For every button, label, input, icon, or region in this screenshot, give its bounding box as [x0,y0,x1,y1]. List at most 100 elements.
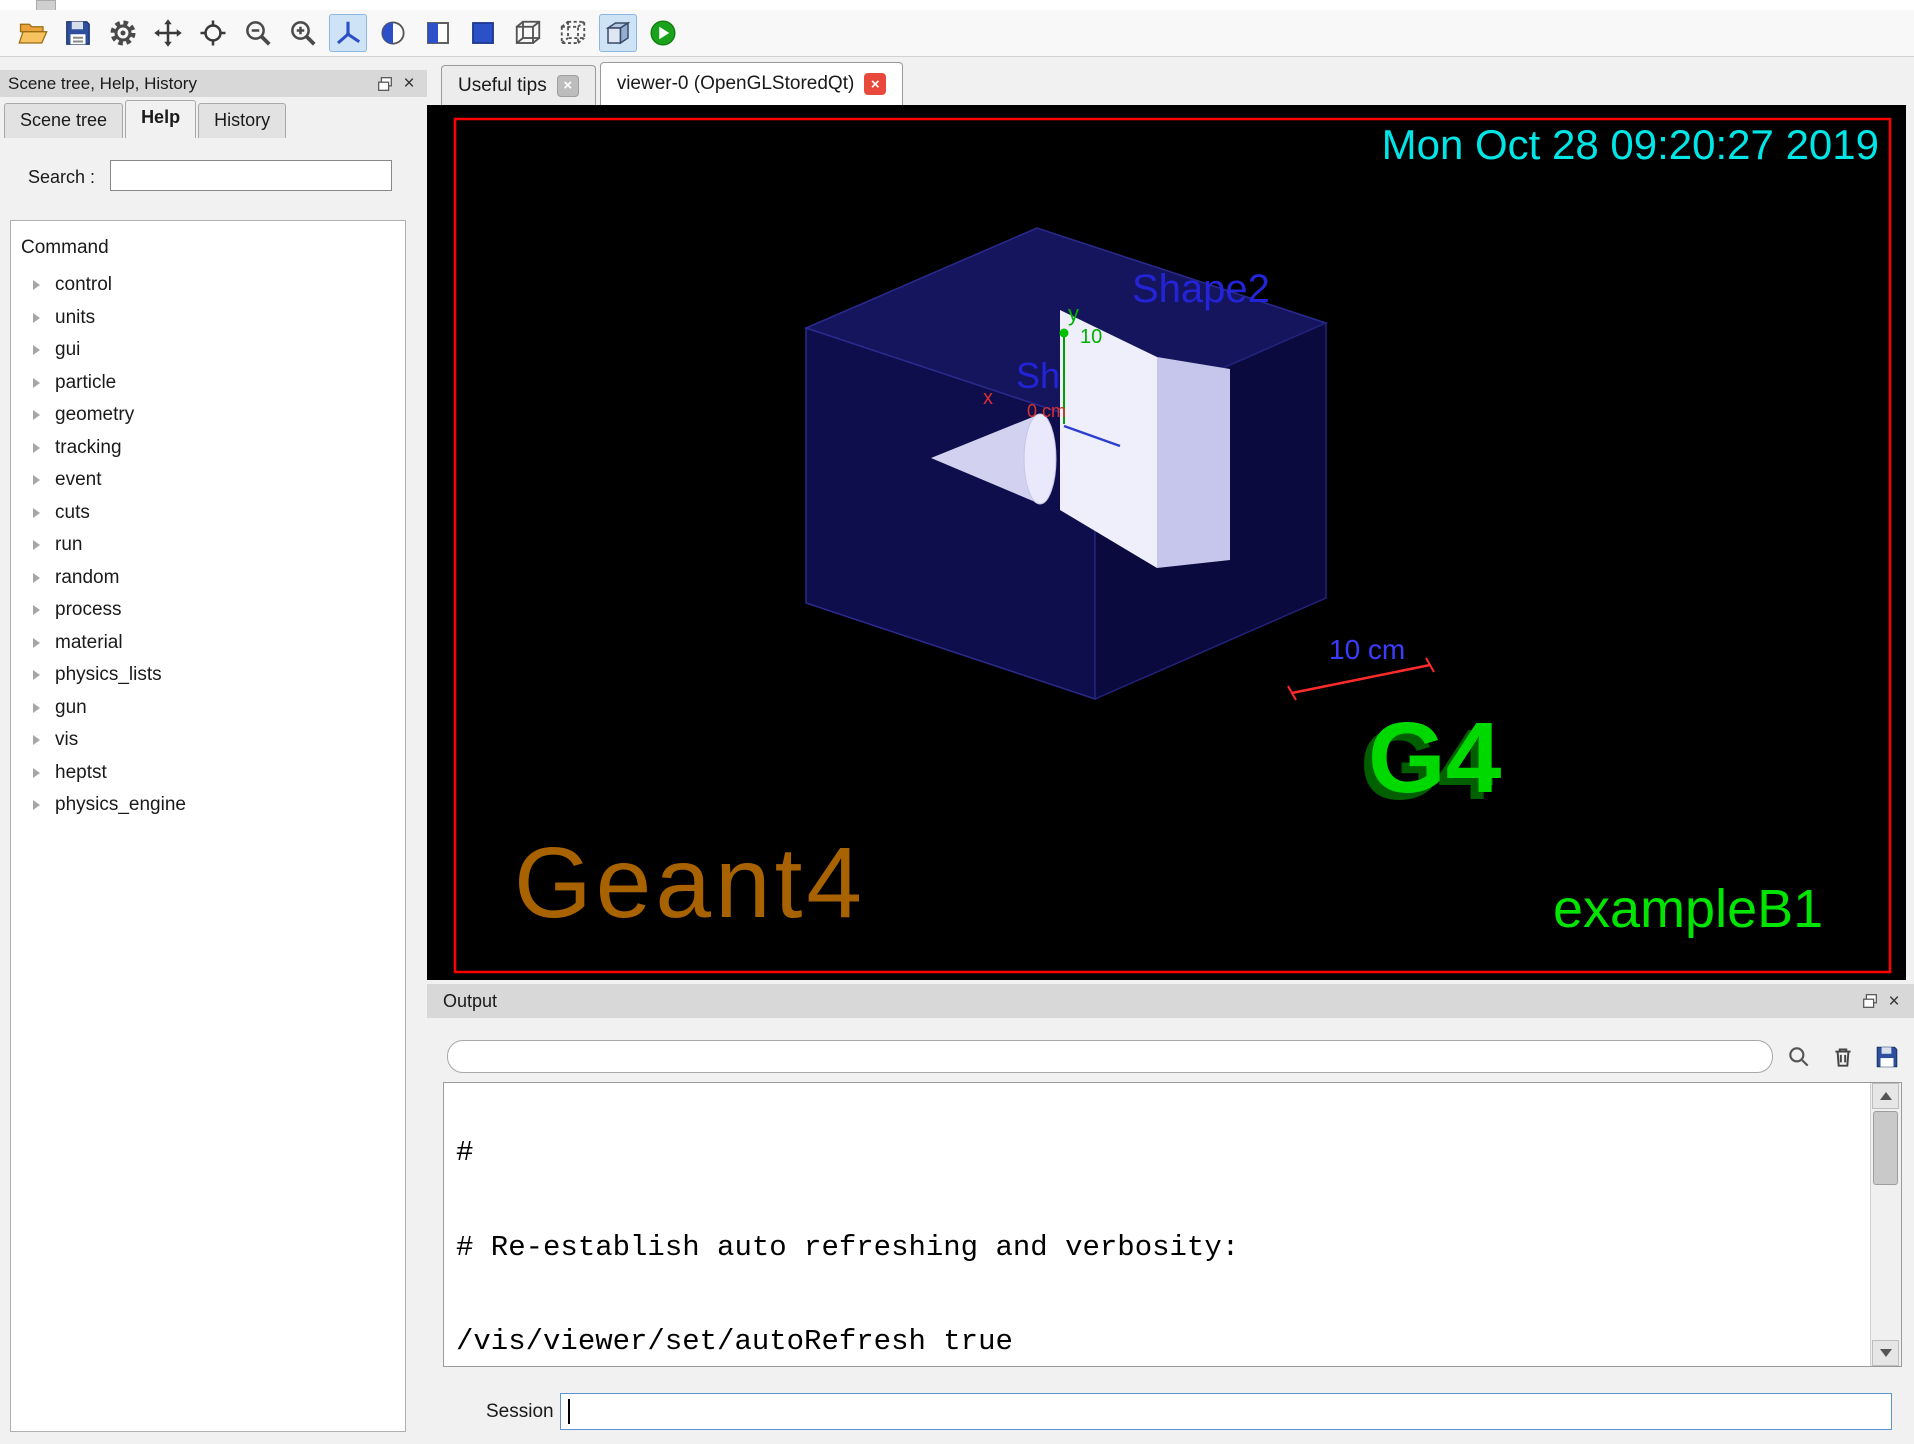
toolbar [0,10,1914,57]
tree-item-cuts[interactable]: cuts [21,497,405,530]
dashed-cube-icon [558,18,588,48]
save-icon [63,18,93,48]
run-beam-button[interactable] [644,14,682,52]
chevron-right-icon [33,800,40,810]
move-button[interactable] [149,14,187,52]
tree-item-physics-lists[interactable]: physics_lists [21,659,405,692]
tree-item-random[interactable]: random [21,562,405,595]
y-axis-label: y [1068,301,1079,326]
rotate-axes-icon [333,18,363,48]
tree-item-heptst[interactable]: heptst [21,757,405,790]
scale-bar: 10 cm [1288,634,1434,700]
open-file-button[interactable] [14,14,52,52]
tree-item-run[interactable]: run [21,529,405,562]
tree-item-gui[interactable]: gui [21,334,405,367]
rotate-button[interactable] [329,14,367,52]
tree-item-physics-engine[interactable]: physics_engine [21,789,405,822]
tree-item-label: gun [55,697,87,719]
geant4-brand-text: Geant4 [514,827,866,939]
tree-item-control[interactable]: control [21,269,405,302]
tree-item-material[interactable]: material [21,627,405,660]
tree-item-label: run [55,534,82,556]
session-label: Session : [486,1401,564,1423]
search-icon [1786,1044,1812,1070]
close-tab-icon[interactable]: × [864,73,886,95]
settings-button[interactable] [104,14,142,52]
tab-scene-tree[interactable]: Scene tree [4,103,123,138]
surface-mode-button[interactable] [464,14,502,52]
output-save-button[interactable] [1872,1042,1902,1072]
chevron-right-icon [33,443,40,453]
tab-viewer-0[interactable]: viewer-0 (OpenGLStoredQt) × [600,62,904,105]
wireframe-mode-button[interactable] [509,14,547,52]
output-dock-title: Output [443,991,497,1012]
scene-canvas: Mon Oct 28 09:20:27 2019 [427,105,1906,980]
tree-item-process[interactable]: process [21,594,405,627]
tree-item-gun[interactable]: gun [21,692,405,725]
chevron-right-icon [33,280,40,290]
output-clear-button[interactable] [1828,1042,1858,1072]
tree-root-label: Command [21,233,405,263]
viewer-tab-bar: Useful tips × viewer-0 (OpenGLStoredQt) … [427,62,1914,105]
tree-item-label: geometry [55,404,134,426]
console-scrollbar[interactable] [1870,1083,1901,1366]
session-command-input[interactable] [560,1393,1892,1430]
console-line: # [456,1137,1865,1169]
zoom-in-button[interactable] [284,14,322,52]
console-line: /vis/viewer/set/autoRefresh true [456,1326,1865,1358]
half-sphere-icon [378,18,408,48]
hidden-line-surface-removal-button[interactable] [419,14,457,52]
close-tab-icon[interactable]: × [557,75,579,97]
tree-item-label: particle [55,372,116,394]
tree-item-label: material [55,632,123,654]
scroll-down-button[interactable] [1872,1340,1899,1366]
output-float-button[interactable] [1858,989,1882,1013]
left-dock-close-button[interactable]: × [397,72,421,96]
console-line: # Re-establish auto refreshing and verbo… [456,1232,1865,1264]
scrollbar-thumb[interactable] [1873,1111,1898,1185]
tree-item-units[interactable]: units [21,302,405,335]
hidden-line-removal-button[interactable] [374,14,412,52]
crosshair-icon [198,18,228,48]
chevron-right-icon [33,638,40,648]
left-dock-float-button[interactable] [373,72,397,96]
chevron-right-icon [33,735,40,745]
solid-square-icon [468,18,498,48]
solid-mode-button[interactable] [599,14,637,52]
chevron-right-icon [33,475,40,485]
tab-label: viewer-0 (OpenGLStoredQt) [617,73,855,95]
console-text: # # Re-establish auto refreshing and ver… [456,1082,1865,1367]
left-panel-tabs: Scene tree Help History [4,101,288,138]
tree-item-event[interactable]: event [21,464,405,497]
save-icon [1874,1044,1900,1070]
output-close-button[interactable]: × [1882,989,1906,1013]
opengl-viewport[interactable]: Mon Oct 28 09:20:27 2019 [427,105,1906,980]
scroll-up-button[interactable] [1872,1083,1899,1109]
output-search-button[interactable] [1784,1042,1814,1072]
g4-logo-text: G4 [1368,702,1502,814]
help-command-tree[interactable]: Command control units gui particle geome… [10,220,406,1432]
wireframe-cube-icon [513,18,543,48]
tree-item-particle[interactable]: particle [21,367,405,400]
chevron-right-icon [33,605,40,615]
chevron-right-icon [33,345,40,355]
zoom-out-button[interactable] [239,14,277,52]
shape2-label: Shape2 [1132,267,1270,311]
tree-item-vis[interactable]: vis [21,724,405,757]
search-input[interactable] [110,160,392,191]
half-square-icon [423,18,453,48]
tab-useful-tips[interactable]: Useful tips × [441,65,596,105]
save-button[interactable] [59,14,97,52]
dashed-line-mode-button[interactable] [554,14,592,52]
tree-item-tracking[interactable]: tracking [21,432,405,465]
float-window-icon [376,75,394,93]
tree-item-geometry[interactable]: geometry [21,399,405,432]
tab-history[interactable]: History [198,103,286,138]
pick-center-button[interactable] [194,14,232,52]
trash-icon [1830,1044,1856,1070]
zoom-in-icon [288,18,318,48]
output-console[interactable]: # # Re-establish auto refreshing and ver… [443,1082,1902,1367]
output-filter-input[interactable] [447,1040,1773,1073]
tab-help[interactable]: Help [125,100,196,138]
chevron-right-icon [33,313,40,323]
